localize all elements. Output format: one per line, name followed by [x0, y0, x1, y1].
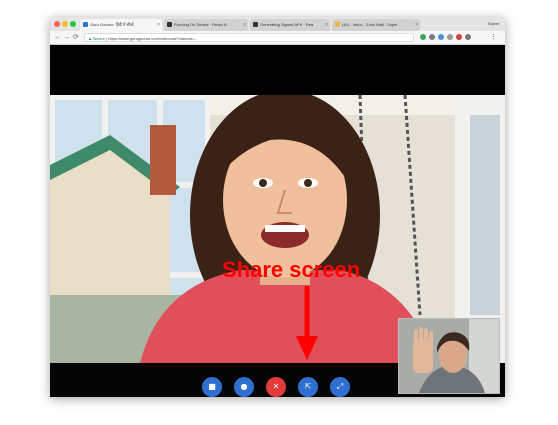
mic-button[interactable]: ● [234, 377, 254, 397]
favicon-icon [253, 22, 258, 27]
close-window-button[interactable] [54, 21, 60, 27]
tab-label: (40) - Inbox - Zoho Mail - Sujee [342, 22, 398, 27]
tab-close-icon[interactable]: × [415, 19, 418, 31]
share-screen-annotation-label: Share screen [222, 257, 361, 282]
tab-bar: Guru Gooroo: हिंदी में सीखें × Running O… [50, 17, 505, 31]
tab-close-icon[interactable]: × [325, 19, 328, 31]
self-view-frame [399, 319, 499, 393]
favicon-icon [167, 22, 172, 27]
close-icon: ✕ [272, 382, 280, 391]
self-view-video [398, 318, 500, 394]
video-button[interactable]: ■ [202, 377, 222, 397]
video-camera-icon: ■ [208, 382, 216, 391]
maximize-window-button[interactable] [70, 21, 76, 27]
tab-label: Generating Signed APK · Rea [260, 22, 314, 27]
secure-label: Secure [92, 36, 105, 41]
tab-close-icon[interactable]: × [243, 19, 246, 31]
tab-zoho-mail[interactable]: (40) - Inbox - Zoho Mail - Sujee × [332, 19, 420, 31]
annotation-arrow-icon [296, 286, 318, 360]
tab-label: Running On Device · React N [174, 22, 227, 27]
menu-icon[interactable]: ⋮ [490, 33, 497, 43]
url-separator: | [106, 36, 108, 41]
tab-generating-signed-apk[interactable]: Generating Signed APK · Rea × [250, 19, 330, 31]
end-call-button[interactable]: ✕ [266, 377, 286, 397]
extension-icon[interactable] [447, 34, 453, 40]
back-icon[interactable]: ← [54, 33, 61, 43]
tab-label: Guru Gooroo: हिंदी में सीखें [90, 22, 134, 27]
share-screen-icon: ⇱ [304, 382, 312, 391]
tab-running-on-device[interactable]: Running On Device · React N × [164, 19, 248, 31]
tab-guru-gooroo[interactable]: Guru Gooroo: हिंदी में सीखें × [80, 19, 162, 31]
extension-icon[interactable] [456, 34, 462, 40]
favicon-icon [335, 22, 340, 27]
url-text: https://www.gurugooroo.com/videocall/?vi… [108, 36, 198, 41]
minimize-window-button[interactable] [62, 21, 68, 27]
favicon-icon [83, 22, 88, 27]
tab-close-icon[interactable]: × [157, 19, 160, 31]
extension-icon[interactable] [438, 34, 444, 40]
fullscreen-button[interactable]: ⤢ [330, 377, 350, 397]
forward-icon[interactable]: → [63, 33, 70, 43]
extension-icon[interactable] [420, 34, 426, 40]
microphone-icon: ● [240, 382, 248, 391]
address-bar: ← → ⟳ 🔒︎ Secure | https://www.gurugooroo… [50, 31, 505, 45]
lock-icon: 🔒︎ [89, 36, 92, 41]
share-screen-button[interactable]: ⇱ [298, 377, 318, 397]
fullscreen-icon: ⤢ [336, 382, 344, 391]
url-input[interactable]: 🔒︎ Secure | https://www.gurugooroo.com/v… [84, 33, 414, 42]
extension-icon[interactable] [465, 34, 471, 40]
reload-icon[interactable]: ⟳ [73, 33, 79, 43]
profile-name[interactable]: Sujeet [488, 18, 499, 30]
extension-icon[interactable] [429, 34, 435, 40]
